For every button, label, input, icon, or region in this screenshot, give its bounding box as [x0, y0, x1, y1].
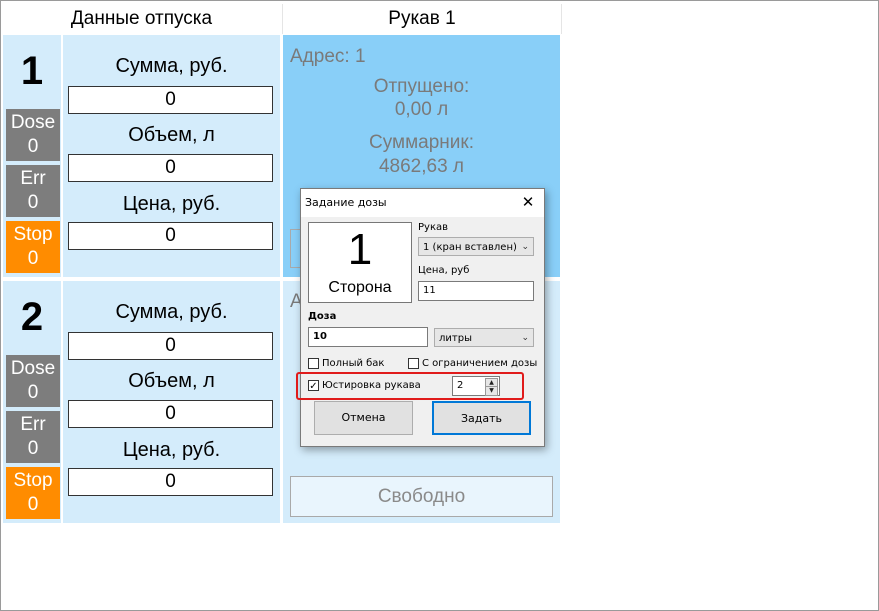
- price-label-2: Цена, руб.: [122, 439, 221, 461]
- stop-label: Stop: [13, 224, 53, 245]
- side-number-2: 2: [20, 295, 44, 339]
- hose-select-label: Рукав: [418, 222, 449, 233]
- full-tank-label: Полный бак: [322, 358, 385, 369]
- volume-field-2[interactable]: 0: [68, 400, 273, 428]
- dose-value: 0: [27, 136, 39, 157]
- dialog-title: Задание дозы: [305, 196, 387, 209]
- submit-button[interactable]: Задать: [432, 401, 531, 435]
- limit-dose-checkbox[interactable]: С ограничением дозы: [408, 357, 537, 370]
- price-field-2[interactable]: 0: [68, 468, 273, 496]
- status-free-button[interactable]: Свободно: [290, 476, 553, 517]
- dose-label: Dose: [10, 112, 56, 133]
- hose-calibration-checkbox[interactable]: ✓ Юстировка рукава: [308, 379, 421, 392]
- hose-address: Адрес: 1: [290, 46, 366, 67]
- limit-dose-label: С ограничением дозы: [422, 358, 538, 369]
- err-button-2[interactable]: Err 0: [6, 411, 60, 463]
- hose-select-value: 1 (кран вставлен): [423, 242, 517, 253]
- total-counter-value: 4862,63 л: [378, 156, 465, 177]
- stop-button-2[interactable]: Stop 0: [6, 467, 60, 519]
- side-number-1: 1: [20, 49, 44, 93]
- price-label: Цена, руб: [418, 265, 470, 276]
- dose-button-1[interactable]: Dose 0: [6, 109, 60, 161]
- cancel-button[interactable]: Отмена: [314, 401, 413, 435]
- chevron-down-icon: ⌄: [521, 242, 529, 252]
- err-value: 0: [27, 438, 39, 459]
- hose-header: Рукав 1: [282, 4, 562, 34]
- sum-field-1[interactable]: 0: [68, 86, 273, 114]
- unit-select-value: литры: [439, 333, 472, 344]
- sum-label-1: Сумма, руб.: [115, 55, 228, 77]
- sum-field-2[interactable]: 0: [68, 332, 273, 360]
- dose-label: Dose: [10, 358, 56, 379]
- dispensed-value: 0,00 л: [394, 99, 449, 120]
- arrow-down-icon[interactable]: ▼: [485, 386, 498, 396]
- stop-value: 0: [27, 248, 39, 269]
- calibration-value: 2: [457, 380, 464, 391]
- hose-select[interactable]: 1 (кран вставлен) ⌄: [418, 237, 534, 256]
- side-indicator-label: Сторона: [328, 279, 392, 296]
- stop-button-1[interactable]: Stop 0: [6, 221, 60, 273]
- total-counter-label: Суммарник:: [369, 132, 474, 153]
- unit-select[interactable]: литры ⌄: [434, 328, 534, 347]
- price-field-1[interactable]: 0: [68, 222, 273, 250]
- volume-label-2: Объем, л: [128, 370, 215, 392]
- side-panel-2: 2 Dose 0 Err 0 Stop 0 Сумма, руб. 0 Объе…: [3, 281, 280, 523]
- full-tank-checkbox[interactable]: Полный бак: [308, 357, 384, 370]
- checkbox-box: [408, 357, 419, 369]
- dose-input[interactable]: 10: [308, 327, 428, 347]
- close-icon[interactable]: ✕: [518, 192, 538, 212]
- err-button-1[interactable]: Err 0: [6, 165, 60, 217]
- checkbox-box: [308, 357, 319, 369]
- dispense-data-header: Данные отпуска: [70, 8, 213, 29]
- volume-label-1: Объем, л: [128, 124, 215, 146]
- err-label: Err: [20, 168, 46, 189]
- dialog-title-bar: Задание дозы ✕: [301, 189, 544, 217]
- calibration-stepper[interactable]: 2 ▲ ▼: [452, 376, 500, 396]
- dispensed-label: Отпущено:: [373, 76, 470, 97]
- stop-label: Stop: [13, 470, 53, 491]
- dose-dialog: Задание дозы ✕ 1 Сторона Рукав 1 (кран в…: [296, 188, 545, 447]
- err-label: Err: [20, 414, 46, 435]
- side-controls-1: 1 Dose 0 Err 0 Stop 0: [3, 35, 63, 277]
- side-panel-1: 1 Dose 0 Err 0 Stop 0 Сумма, руб. 0 Объе…: [3, 35, 280, 277]
- err-value: 0: [27, 192, 39, 213]
- chevron-down-icon: ⌄: [521, 333, 529, 343]
- dose-label: Доза: [308, 311, 337, 322]
- dose-value: 0: [27, 382, 39, 403]
- stop-value: 0: [27, 494, 39, 515]
- price-input[interactable]: 11: [418, 281, 534, 301]
- side-indicator: 1 Сторона: [308, 222, 412, 303]
- sum-label-2: Сумма, руб.: [115, 301, 228, 323]
- volume-field-1[interactable]: 0: [68, 154, 273, 182]
- dose-button-2[interactable]: Dose 0: [6, 355, 60, 407]
- side-indicator-number: 1: [347, 225, 373, 274]
- hose-calibration-label: Юстировка рукава: [322, 380, 421, 391]
- side-controls-2: 2 Dose 0 Err 0 Stop 0: [3, 281, 63, 523]
- price-label-1: Цена, руб.: [122, 193, 221, 215]
- check-icon: ✓: [308, 379, 319, 392]
